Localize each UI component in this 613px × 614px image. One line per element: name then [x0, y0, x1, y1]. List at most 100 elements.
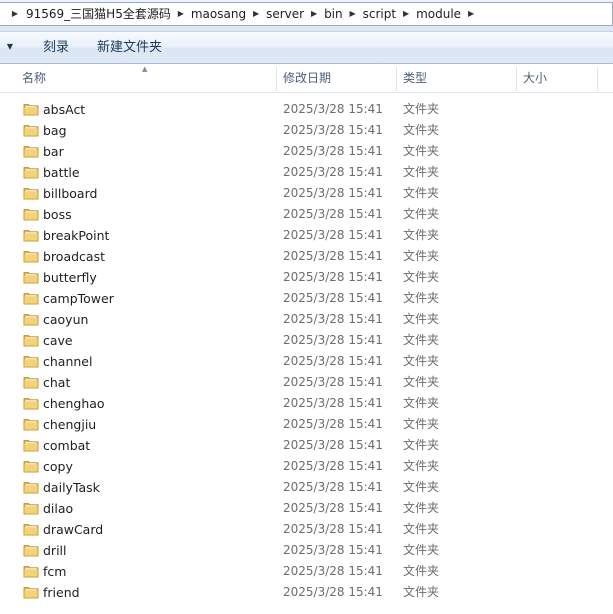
file-row[interactable]: combat 2025/3/28 15:41 文件夹	[0, 435, 613, 456]
file-row[interactable]: boss 2025/3/28 15:41 文件夹	[0, 204, 613, 225]
file-row[interactable]: chengjiu 2025/3/28 15:41 文件夹	[0, 414, 613, 435]
folder-icon	[23, 458, 39, 474]
file-modified-date: 2025/3/28 15:41	[283, 354, 383, 368]
burn-button[interactable]: 刻录	[37, 38, 75, 58]
column-name-header[interactable]: 名称	[16, 65, 276, 92]
breadcrumb-item-server[interactable]: server	[262, 2, 308, 26]
file-type: 文件夹	[403, 375, 440, 389]
breadcrumb-item-script[interactable]: script	[359, 2, 400, 26]
file-type: 文件夹	[403, 144, 440, 158]
file-type: 文件夹	[403, 102, 440, 116]
file-name[interactable]: bar	[43, 141, 64, 162]
breadcrumb-item-bin[interactable]: bin	[320, 2, 347, 26]
file-row[interactable]: campTower 2025/3/28 15:41 文件夹	[0, 288, 613, 309]
file-row[interactable]: breakPoint 2025/3/28 15:41 文件夹	[0, 225, 613, 246]
file-type: 文件夹	[403, 123, 440, 137]
address-bar: ▶ 91569_三国猫H5全套源码 ▶ maosang ▶ server ▶ b…	[0, 0, 613, 32]
breadcrumb-separator-icon[interactable]: ▶	[465, 2, 477, 26]
breadcrumb-separator-icon[interactable]: ▶	[175, 2, 187, 26]
file-name[interactable]: chenghao	[43, 393, 105, 414]
file-name[interactable]: dailyTask	[43, 477, 100, 498]
file-row[interactable]: fcm 2025/3/28 15:41 文件夹	[0, 561, 613, 582]
breadcrumb-separator-icon[interactable]: ▶	[250, 2, 262, 26]
file-modified-date: 2025/3/28 15:41	[283, 144, 383, 158]
file-name[interactable]: bag	[43, 120, 67, 141]
file-name[interactable]: butterfly	[43, 267, 97, 288]
file-row[interactable]: chenghao 2025/3/28 15:41 文件夹	[0, 393, 613, 414]
file-type: 文件夹	[403, 333, 440, 347]
breadcrumb-separator-icon[interactable]: ▶	[308, 2, 320, 26]
file-row[interactable]: chat 2025/3/28 15:41 文件夹	[0, 372, 613, 393]
folder-icon	[23, 521, 39, 537]
file-name[interactable]: boss	[43, 204, 72, 225]
breadcrumb[interactable]: ▶ 91569_三国猫H5全套源码 ▶ maosang ▶ server ▶ b…	[0, 2, 613, 26]
file-row[interactable]: bag 2025/3/28 15:41 文件夹	[0, 120, 613, 141]
breadcrumb-separator-icon[interactable]: ▶	[347, 2, 359, 26]
breadcrumb-item-module[interactable]: module	[412, 2, 465, 26]
file-modified-date: 2025/3/28 15:41	[283, 228, 383, 242]
file-row[interactable]: dailyTask 2025/3/28 15:41 文件夹	[0, 477, 613, 498]
file-modified-date: 2025/3/28 15:41	[283, 291, 383, 305]
folder-icon	[23, 416, 39, 432]
breadcrumb-separator-icon[interactable]: ▶	[0, 2, 22, 26]
file-name[interactable]: cave	[43, 330, 73, 351]
file-modified-date: 2025/3/28 15:41	[283, 438, 383, 452]
file-row[interactable]: battle 2025/3/28 15:41 文件夹	[0, 162, 613, 183]
file-name[interactable]: channel	[43, 351, 92, 372]
file-modified-date: 2025/3/28 15:41	[283, 417, 383, 431]
file-name[interactable]: drawCard	[43, 519, 103, 540]
file-modified-date: 2025/3/28 15:41	[283, 333, 383, 347]
breadcrumb-item-maosang[interactable]: maosang	[187, 2, 250, 26]
file-name[interactable]: dilao	[43, 498, 73, 519]
file-row[interactable]: channel 2025/3/28 15:41 文件夹	[0, 351, 613, 372]
file-row[interactable]: copy 2025/3/28 15:41 文件夹	[0, 456, 613, 477]
file-row[interactable]: dilao 2025/3/28 15:41 文件夹	[0, 498, 613, 519]
chevron-down-icon[interactable]: ▼	[4, 40, 16, 54]
file-row[interactable]: friend 2025/3/28 15:41 文件夹	[0, 582, 613, 603]
file-modified-date: 2025/3/28 15:41	[283, 585, 383, 599]
file-name[interactable]: breakPoint	[43, 225, 109, 246]
file-name[interactable]: absAct	[43, 99, 85, 120]
file-name[interactable]: billboard	[43, 183, 97, 204]
file-row[interactable]: billboard 2025/3/28 15:41 文件夹	[0, 183, 613, 204]
file-name[interactable]: caoyun	[43, 309, 88, 330]
file-type: 文件夹	[403, 396, 440, 410]
file-name[interactable]: campTower	[43, 288, 114, 309]
file-modified-date: 2025/3/28 15:41	[283, 186, 383, 200]
file-row[interactable]: drawCard 2025/3/28 15:41 文件夹	[0, 519, 613, 540]
file-name[interactable]: chengjiu	[43, 414, 96, 435]
file-name[interactable]: combat	[43, 435, 90, 456]
column-divider[interactable]	[597, 67, 598, 91]
file-modified-date: 2025/3/28 15:41	[283, 396, 383, 410]
column-modified-header[interactable]: 修改日期	[277, 65, 395, 92]
column-type-header[interactable]: 类型	[397, 65, 515, 92]
folder-icon	[23, 290, 39, 306]
column-size-header[interactable]: 大小	[517, 65, 597, 92]
file-type: 文件夹	[403, 165, 440, 179]
file-row[interactable]: caoyun 2025/3/28 15:41 文件夹	[0, 309, 613, 330]
file-name[interactable]: friend	[43, 582, 80, 603]
file-row[interactable]: cave 2025/3/28 15:41 文件夹	[0, 330, 613, 351]
new-folder-button[interactable]: 新建文件夹	[91, 38, 168, 58]
file-row[interactable]: bar 2025/3/28 15:41 文件夹	[0, 141, 613, 162]
folder-icon	[23, 563, 39, 579]
file-name[interactable]: copy	[43, 456, 73, 477]
file-name[interactable]: drill	[43, 540, 67, 561]
file-modified-date: 2025/3/28 15:41	[283, 102, 383, 116]
file-type: 文件夹	[403, 501, 440, 515]
file-row[interactable]: drill 2025/3/28 15:41 文件夹	[0, 540, 613, 561]
file-row[interactable]: butterfly 2025/3/28 15:41 文件夹	[0, 267, 613, 288]
file-type: 文件夹	[403, 543, 440, 557]
file-name[interactable]: chat	[43, 372, 70, 393]
breadcrumb-item-root[interactable]: 91569_三国猫H5全套源码	[22, 2, 175, 26]
file-name[interactable]: fcm	[43, 561, 66, 582]
file-modified-date: 2025/3/28 15:41	[283, 480, 383, 494]
file-modified-date: 2025/3/28 15:41	[283, 123, 383, 137]
file-row[interactable]: absAct 2025/3/28 15:41 文件夹	[0, 99, 613, 120]
file-row[interactable]: broadcast 2025/3/28 15:41 文件夹	[0, 246, 613, 267]
folder-icon	[23, 311, 39, 327]
folder-icon	[23, 584, 39, 600]
file-name[interactable]: broadcast	[43, 246, 105, 267]
breadcrumb-separator-icon[interactable]: ▶	[400, 2, 412, 26]
file-name[interactable]: battle	[43, 162, 80, 183]
